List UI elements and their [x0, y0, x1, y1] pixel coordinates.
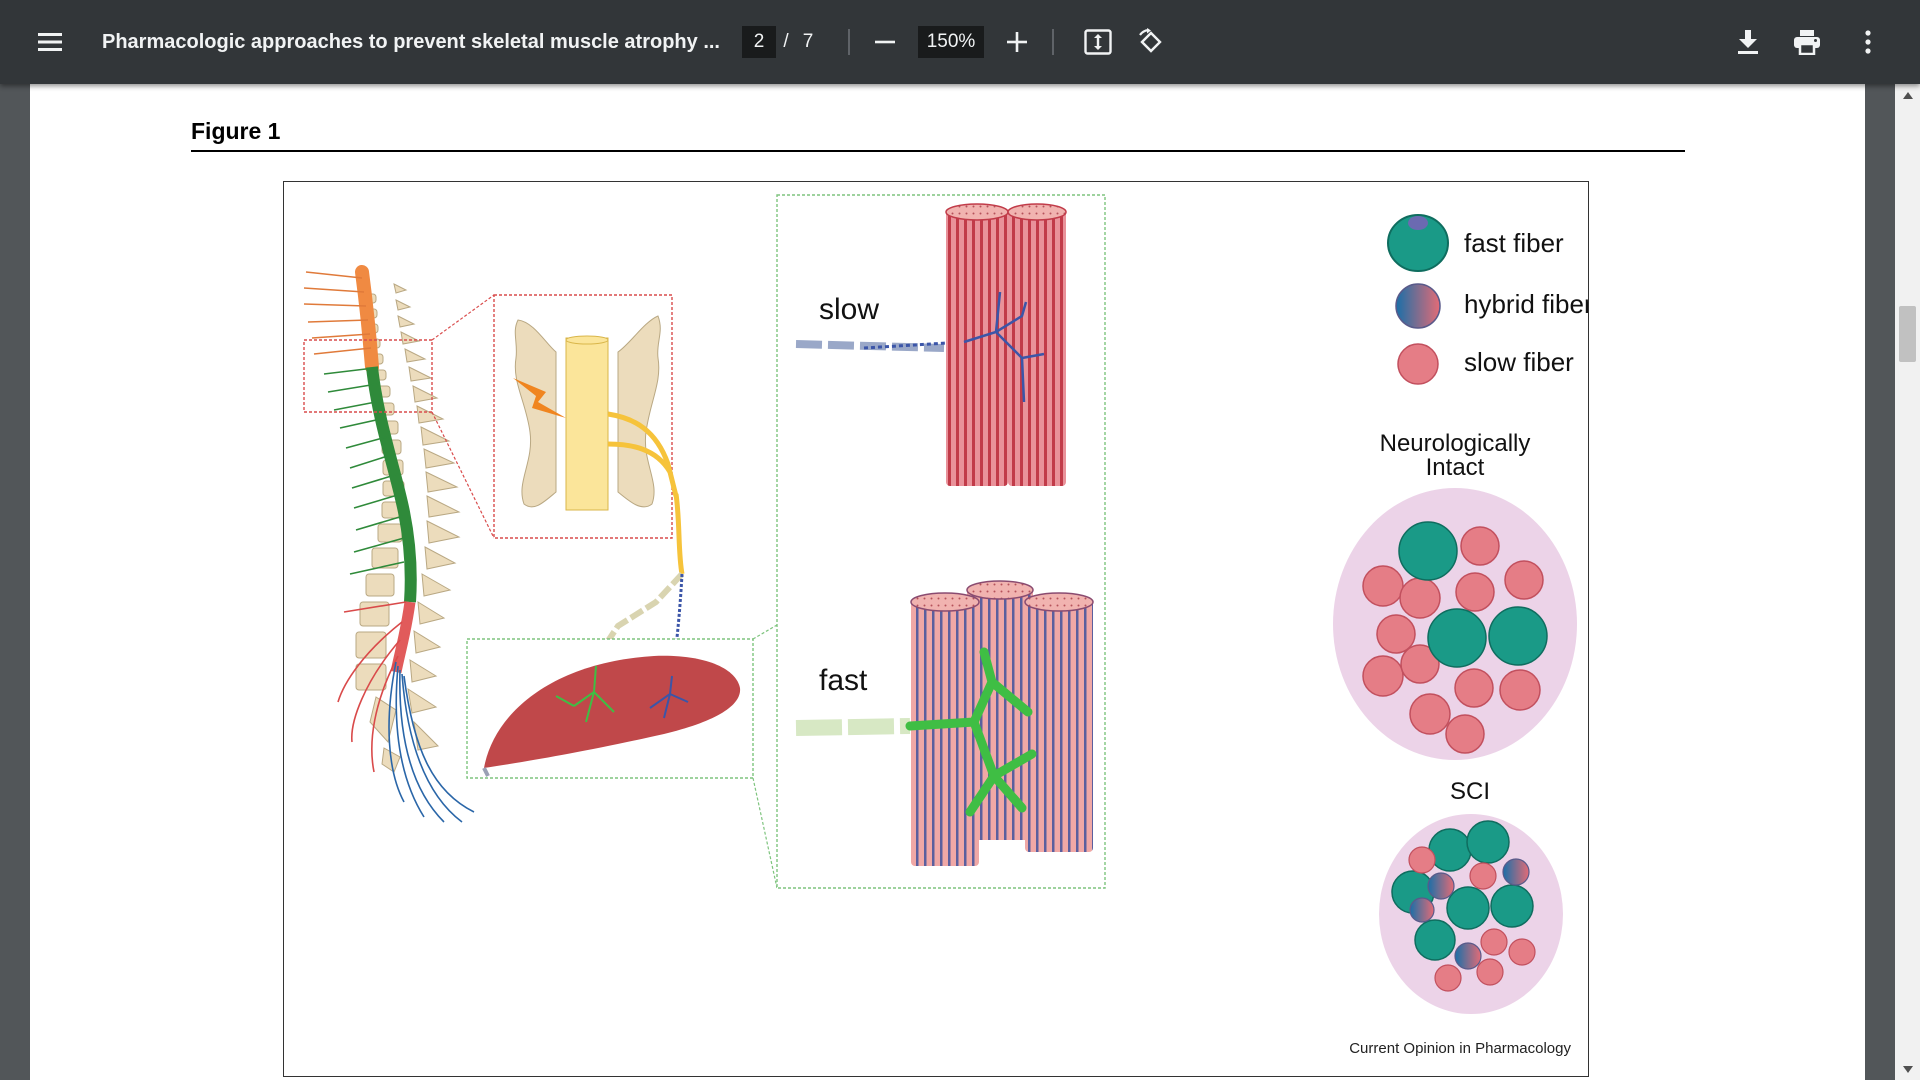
more-vertical-icon[interactable] [1846, 20, 1890, 64]
fiber-legend: fast fiber hybrid fiber slow fiber [1387, 214, 1589, 385]
vertebra-injury-detail [493, 294, 679, 539]
pdf-page: Figure 1 slow fast fast fiber hybrid fib… [30, 84, 1865, 1080]
page-number-input[interactable]: 2 [742, 26, 776, 58]
page-separator: / [783, 31, 789, 52]
plus-icon[interactable] [997, 22, 1037, 62]
sci-cross-section: SCI [1379, 778, 1563, 1014]
hybrid-fiber-swatch [1395, 283, 1441, 329]
fit-to-page-icon[interactable] [1077, 20, 1119, 64]
intact-label-line2: Intact [1426, 454, 1485, 481]
muscle-detail [466, 624, 778, 889]
scroll-down-arrow-icon[interactable] [1895, 1058, 1920, 1080]
document-title: Pharmacologic approaches to prevent skel… [102, 30, 720, 53]
slow-fiber-swatch [1397, 343, 1439, 385]
label-slow: slow [819, 293, 879, 326]
heading-rule [191, 150, 1685, 152]
intact-label-line1: Neurologically [1380, 430, 1531, 457]
pdf-toolbar: Pharmacologic approaches to prevent skel… [0, 0, 1920, 84]
figure-heading: Figure 1 [191, 118, 281, 144]
rotate-counterclockwise-icon[interactable] [1130, 20, 1172, 64]
scrollbar-thumb[interactable] [1899, 306, 1916, 362]
print-icon[interactable] [1784, 20, 1830, 64]
legend-slow-fiber: slow fiber [1464, 347, 1574, 377]
minus-icon[interactable] [865, 22, 905, 62]
download-icon[interactable] [1725, 20, 1771, 64]
fiber-detail: slow fast [776, 194, 1106, 889]
figure-credit: Current Opinion in Pharmacology [1349, 1040, 1571, 1057]
label-fast: fast [819, 664, 868, 697]
page-total: 7 [802, 31, 814, 52]
legend-fast-fiber: fast fiber [1464, 228, 1564, 258]
intact-cross-section: Neurologically Intact [1333, 430, 1577, 760]
sci-label: SCI [1450, 778, 1490, 805]
hamburger-menu-icon[interactable] [30, 22, 70, 62]
scroll-up-arrow-icon[interactable] [1895, 84, 1920, 106]
spine-illustration [303, 265, 495, 823]
vertical-scrollbar[interactable] [1895, 84, 1920, 1080]
figure-illustration: slow fast fast fiber hybrid fiber slow f… [303, 194, 1589, 1014]
legend-hybrid-fiber: hybrid fiber [1464, 289, 1589, 319]
toolbar-divider [1052, 29, 1054, 55]
toolbar-divider [848, 29, 850, 55]
figure-image: slow fast fast fiber hybrid fiber slow f… [283, 181, 1589, 1077]
zoom-level-input[interactable]: 150% [918, 26, 984, 58]
